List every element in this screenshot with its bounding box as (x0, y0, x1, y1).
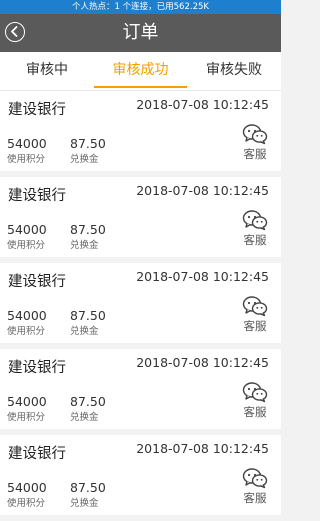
points-label: 使用积分 (7, 154, 46, 165)
points-value: 54000 (7, 308, 47, 323)
gold-label: 兑换金 (70, 154, 99, 165)
nav-bar: 订单 (0, 14, 281, 52)
tab-approved[interactable]: 审核成功 (94, 52, 187, 90)
order-list: 建设银行 2018-07-08 10:12:45 54000 使用积分 87.5… (0, 91, 281, 521)
order-time: 2018-07-08 10:12:45 (136, 269, 269, 284)
bank-name: 建设银行 (8, 446, 66, 462)
gold-value: 87.50 (70, 308, 106, 323)
points-label: 使用积分 (7, 498, 46, 509)
points-value: 54000 (7, 394, 47, 409)
customer-service-button[interactable]: 客服 (241, 209, 269, 251)
wechat-icon (242, 296, 268, 317)
customer-service-button[interactable]: 客服 (241, 467, 269, 509)
wechat-icon (242, 210, 268, 231)
active-tab-indicator (94, 86, 187, 88)
points-value: 54000 (7, 222, 47, 237)
order-card[interactable]: 建设银行 2018-07-08 10:12:45 54000 使用积分 87.5… (0, 91, 281, 171)
tab-bar: 审核中 审核成功 审核失败 (0, 52, 281, 91)
customer-service-label: 客服 (243, 319, 267, 333)
points-label: 使用积分 (7, 412, 46, 423)
order-time: 2018-07-08 10:12:45 (136, 97, 269, 112)
order-card[interactable]: 建设银行 2018-07-08 10:12:45 54000 使用积分 87.5… (0, 263, 281, 343)
gold-label: 兑换金 (70, 326, 99, 337)
gold-value: 87.50 (70, 480, 106, 495)
order-time: 2018-07-08 10:12:45 (136, 355, 269, 370)
order-time: 2018-07-08 10:12:45 (136, 183, 269, 198)
customer-service-label: 客服 (243, 147, 267, 161)
tab-pending[interactable]: 审核中 (0, 52, 94, 90)
customer-service-button[interactable]: 客服 (241, 295, 269, 337)
bank-name: 建设银行 (8, 274, 66, 290)
customer-service-label: 客服 (243, 233, 267, 247)
order-card[interactable]: 建设银行 2018-07-08 10:12:45 54000 使用积分 87.5… (0, 349, 281, 429)
points-value: 54000 (7, 136, 47, 151)
tab-rejected[interactable]: 审核失败 (187, 52, 281, 90)
page-title: 订单 (122, 22, 159, 43)
bank-name: 建设银行 (8, 188, 66, 204)
customer-service-label: 客服 (243, 491, 267, 505)
gold-label: 兑换金 (70, 412, 99, 423)
wechat-icon (242, 468, 268, 489)
wechat-icon (242, 124, 268, 145)
gold-label: 兑换金 (70, 240, 99, 251)
points-value: 54000 (7, 480, 47, 495)
customer-service-label: 客服 (243, 405, 267, 419)
status-bar: 个人热点：1 个连接，已用562.25K (0, 0, 281, 14)
order-card[interactable]: 建设银行 2018-07-08 10:12:45 54000 使用积分 87.5… (0, 435, 281, 515)
gold-value: 87.50 (70, 136, 106, 151)
gold-value: 87.50 (70, 222, 106, 237)
wechat-icon (242, 382, 268, 403)
order-card[interactable]: 建设银行 2018-07-08 10:12:45 54000 使用积分 87.5… (0, 177, 281, 257)
order-time: 2018-07-08 10:12:45 (136, 441, 269, 456)
bank-name: 建设银行 (8, 360, 66, 376)
points-label: 使用积分 (7, 240, 46, 251)
points-label: 使用积分 (7, 326, 46, 337)
bank-name: 建设银行 (8, 102, 66, 118)
gold-label: 兑换金 (70, 498, 99, 509)
gold-value: 87.50 (70, 394, 106, 409)
customer-service-button[interactable]: 客服 (241, 381, 269, 423)
customer-service-button[interactable]: 客服 (241, 123, 269, 165)
